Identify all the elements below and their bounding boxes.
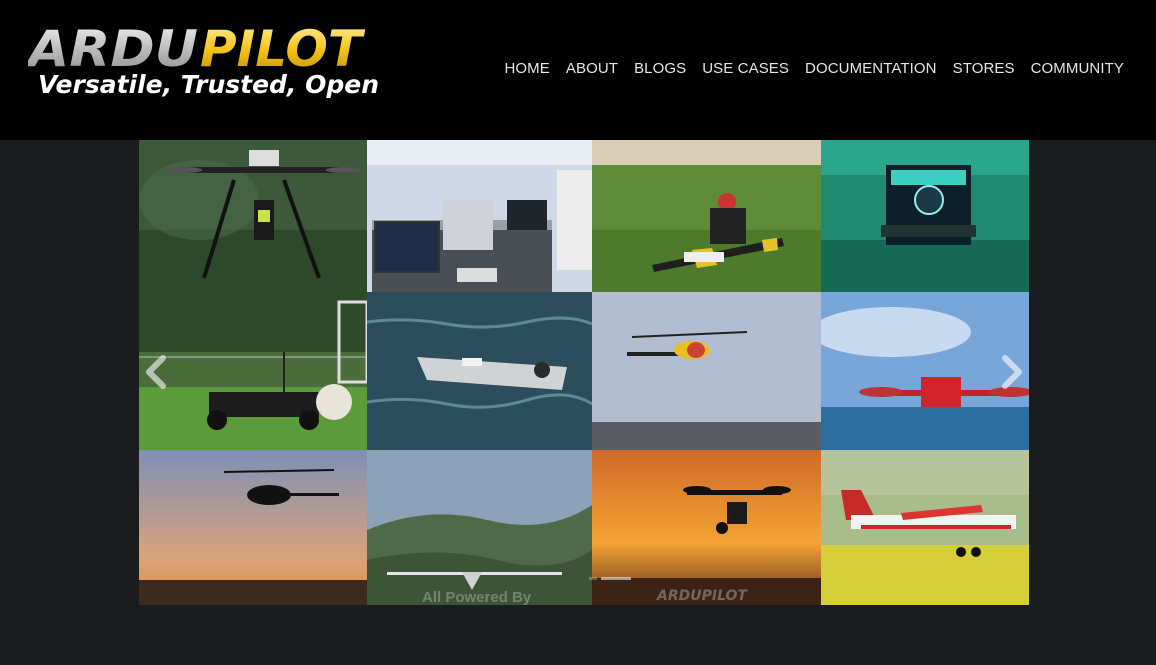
carousel-next-button[interactable] [995,350,1029,394]
nav-documentation[interactable]: DOCUMENTATION [797,60,945,77]
carousel-indicator[interactable] [589,577,597,580]
nav-use-cases[interactable]: USE CASES [694,60,797,77]
chevron-right-icon [1002,355,1022,389]
nav-stores[interactable]: STORES [945,60,1023,77]
autonomous-boat-image [367,292,592,450]
fixed-wing-valley-image: All Powered By [367,450,592,605]
nav-community[interactable]: COMMUNITY [1023,60,1132,77]
underwater-rov-image [821,140,1029,292]
carousel-prev-button[interactable] [139,350,173,394]
image-grid: All Powered By ARDUPILOT [139,140,1029,605]
hexacopter-image [139,140,367,292]
main-nav: HOME ABOUT BLOGS USE CASES DOCUMENTATION… [496,60,1132,77]
overlay-caption: All Powered By [422,589,532,605]
helicopter-sunset-image [139,450,367,605]
tagline: Versatile, Trusted, Open [38,70,380,99]
nav-home[interactable]: HOME [496,60,557,77]
carousel-indicator-active[interactable] [601,577,631,580]
nav-about[interactable]: ABOUT [558,60,626,77]
header: ARDU PILOT Versatile, Trusted, Open HOME… [0,0,1156,140]
helicopter-sky-image [592,292,821,450]
nav-blogs[interactable]: BLOGS [626,60,694,77]
red-white-plane-image [821,450,1029,605]
overlay-logo: ARDUPILOT [656,588,748,604]
ground-rover-image [139,292,367,450]
hero-carousel[interactable]: All Powered By ARDUPILOT [139,140,1029,605]
chevron-left-icon [146,355,166,389]
carousel-indicators [589,577,631,580]
pilot-with-plane-image [592,140,821,292]
ground-control-station-image [367,140,592,292]
multicopter-sunset-image: ARDUPILOT [592,450,821,605]
